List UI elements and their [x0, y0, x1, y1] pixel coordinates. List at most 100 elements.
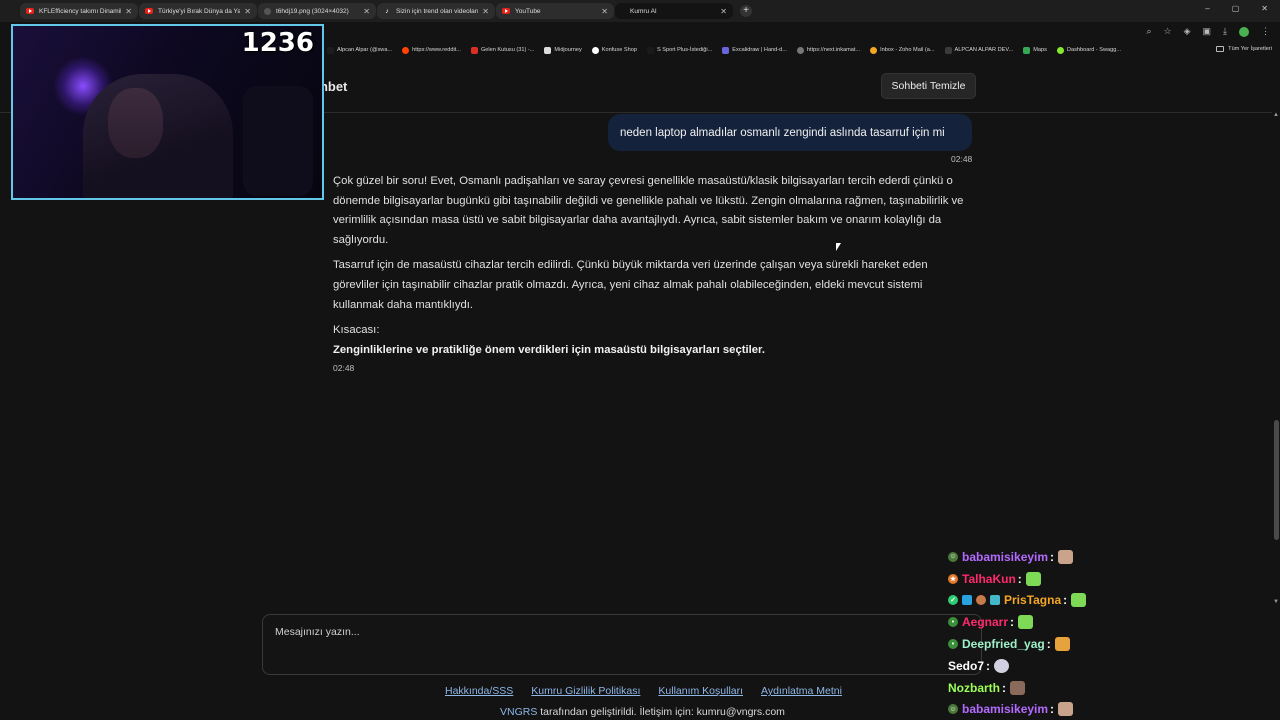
emote-icon: [1054, 637, 1070, 652]
badge-icon: •: [948, 639, 958, 650]
user-message-text: neden laptop almadılar osmanlı zengindi …: [620, 126, 945, 139]
zoho-mail-icon: [870, 46, 878, 54]
emote-icon: [1058, 702, 1074, 717]
profile-avatar-icon[interactable]: [1239, 26, 1249, 37]
verified-badge-icon: ✓: [948, 595, 958, 606]
image-icon: [264, 7, 271, 15]
zoom-icon[interactable]: ⌕: [1146, 26, 1151, 37]
close-icon[interactable]: ✕: [363, 7, 370, 16]
bookmark-item[interactable]: Konfuse Shop: [591, 46, 637, 54]
mouse-cursor-icon: [836, 243, 841, 251]
bookmark-item[interactable]: Excalidraw | Hand-d...: [722, 46, 787, 54]
emote-icon: [1018, 615, 1034, 630]
message-input[interactable]: [263, 615, 981, 674]
maximize-icon[interactable]: ▢: [1232, 4, 1240, 13]
bookmark-item[interactable]: Inbox - Zoho Mail (a...: [870, 46, 935, 54]
globe-icon: [796, 46, 804, 54]
browser-tab-strip: KFLEfficiency takımı Dinamik S ✕ Türkiye…: [0, 0, 1280, 22]
folder-icon: [1216, 46, 1225, 52]
bookmark-item[interactable]: S Sport Plus-İstediği...: [646, 46, 712, 54]
close-icon[interactable]: ✕: [601, 7, 608, 16]
excalidraw-icon: [722, 46, 730, 54]
bookmark-item[interactable]: https://next.inkamat...: [796, 46, 860, 54]
tab-label: KFLEfficiency takımı Dinamik S: [39, 7, 122, 15]
close-icon[interactable]: ✕: [125, 7, 132, 16]
stream-chat-row: ☺ babamisikeyim:: [948, 699, 1138, 720]
browser-tab[interactable]: YouTube ✕: [496, 3, 614, 19]
stream-chat-row: Nozbarth:: [948, 677, 1138, 699]
bookmark-item[interactable]: Alpcan Alpar (@swa...: [327, 46, 392, 54]
scroll-up-arrow-icon[interactable]: ▲: [1273, 112, 1279, 118]
chat-username: Aegnarr: [962, 615, 1009, 630]
badge-icon: [976, 595, 986, 606]
browser-tab-active[interactable]: Kumru AI ✕: [615, 3, 733, 19]
all-bookmarks-button[interactable]: Tüm Yer İşaretleri: [1216, 46, 1272, 52]
emote-icon: [1071, 593, 1087, 608]
stream-chat-row: ✓ PrisTagna:: [948, 590, 1138, 612]
download-icon[interactable]: ⤓: [1223, 26, 1227, 37]
scroll-down-arrow-icon[interactable]: ▼: [1273, 599, 1279, 605]
shop-icon: [591, 46, 599, 54]
stream-chat-row: • Aegnarr:: [948, 611, 1138, 633]
user-message-time: 02:48: [951, 154, 973, 164]
scrollbar-thumb[interactable]: [1274, 420, 1279, 540]
emote-icon: [1025, 571, 1041, 586]
emote-icon: [1058, 549, 1074, 564]
stream-chat-overlay: ☺ babamisikeyim: ★ TalhaKun: ✓ PrisTagna…: [948, 546, 1138, 720]
chat-username: Nozbarth: [948, 680, 1000, 695]
footer-link-disclosure[interactable]: Aydınlatma Metni: [761, 685, 842, 697]
browser-tab[interactable]: Türkiye'yi Bırak Dünya da Yapa ✕: [139, 3, 257, 19]
bookmark-item[interactable]: Midjourney: [544, 46, 582, 54]
badge-icon: ★: [948, 573, 958, 584]
footer-link-terms[interactable]: Kullanım Koşulları: [658, 685, 743, 697]
browser-tab[interactable]: KFLEfficiency takımı Dinamik S ✕: [20, 3, 138, 19]
sidebar-icon[interactable]: ▣: [1203, 26, 1212, 37]
swagger-icon: [1056, 46, 1064, 54]
youtube-icon: [502, 8, 510, 14]
bookmark-item[interactable]: Gelen Kutusu (31) -...: [470, 46, 534, 54]
chat-username: babamisikeyim: [962, 702, 1049, 717]
badge-icon: [990, 595, 1000, 606]
message-input-box: [262, 614, 982, 675]
close-window-icon[interactable]: ✕: [1261, 4, 1268, 13]
browser-tab[interactable]: t6hdj19.png (3024×4032) ✕: [258, 3, 376, 19]
footer-link-about[interactable]: Hakkında/SSS: [445, 685, 513, 697]
footer-note-text: tarafından geliştirildi. İletişim için: …: [537, 706, 785, 718]
minimize-icon[interactable]: –: [1205, 4, 1209, 13]
bookmark-item[interactable]: Maps: [1023, 46, 1047, 54]
webcam-overlay: 1236: [11, 24, 324, 200]
ssport-icon: [646, 46, 654, 54]
tab-label: YouTube: [515, 7, 541, 15]
midjourney-icon: [544, 46, 552, 54]
browser-tab[interactable]: ♪ Sizin için trend olan videoları ✕: [377, 3, 495, 19]
bookmark-item[interactable]: https://www.reddit...: [402, 46, 461, 54]
close-icon[interactable]: ✕: [720, 7, 727, 16]
stream-chat-row: • Deepfried_yag:: [948, 633, 1138, 655]
summary-text: Zenginliklerine ve pratikliğe önem verdi…: [333, 343, 765, 356]
close-icon[interactable]: ✕: [482, 7, 489, 16]
clear-chat-button[interactable]: Sohbeti Temizle: [881, 73, 976, 99]
tab-label: Kumru AI: [630, 7, 657, 15]
reddit-icon: [402, 46, 410, 54]
tab-label: t6hdj19.png (3024×4032): [276, 7, 349, 15]
bookmark-icon: [327, 46, 334, 54]
star-icon[interactable]: ☆: [1164, 26, 1172, 37]
ai-paragraph: Tasarruf için de masaüstü cihazlar terci…: [333, 259, 928, 311]
bookmark-item[interactable]: ALPCAN ALPAR DEV...: [944, 46, 1013, 54]
menu-icon[interactable]: ⋮: [1261, 26, 1270, 37]
youtube-icon: [145, 8, 153, 14]
extension-icon[interactable]: ◈: [1184, 26, 1191, 37]
footer-link-privacy[interactable]: Kumru Gizlilik Politikası: [531, 685, 640, 697]
site-icon: [944, 46, 952, 54]
chat-username: Deepfried_yag: [962, 637, 1045, 652]
summary-label: Kısacası:: [333, 324, 380, 337]
stream-chat-row: ★ TalhaKun:: [948, 568, 1138, 590]
footer-brand-link[interactable]: VNGRS: [500, 706, 537, 718]
chat-username: babamisikeyim: [962, 549, 1049, 564]
chat-username: TalhaKun: [962, 571, 1016, 586]
toolbar-icons: ⌕ ☆ ◈ ▣ ⤓ ⋮: [1146, 26, 1270, 37]
bookmark-item[interactable]: Dashboard - Swagg...: [1056, 46, 1121, 54]
new-tab-button[interactable]: +: [740, 5, 752, 17]
emote-icon: [994, 658, 1010, 673]
close-icon[interactable]: ✕: [244, 7, 251, 16]
